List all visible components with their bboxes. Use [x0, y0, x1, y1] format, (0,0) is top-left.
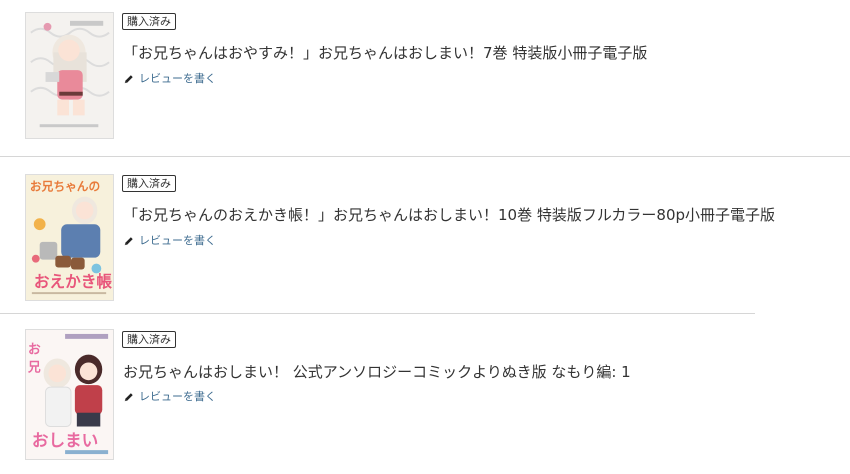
list-item: 購入済み 「お兄ちゃんはおやすみ！」お兄ちゃんはおしまい！7巻 特装版小冊子電子… — [0, 0, 850, 157]
svg-text:おしまい: おしまい — [32, 431, 98, 450]
write-review-label: レビューを書く — [139, 72, 216, 85]
svg-text:お: お — [28, 343, 41, 358]
svg-text:兄: 兄 — [27, 360, 41, 375]
pencil-icon — [124, 392, 133, 401]
pencil-icon — [124, 74, 133, 83]
purchased-books-list: 購入済み 「お兄ちゃんはおやすみ！」お兄ちゃんはおしまい！7巻 特装版小冊子電子… — [0, 0, 850, 474]
write-review-link[interactable]: レビューを書く — [123, 72, 216, 86]
write-review-label: レビューを書く — [139, 390, 216, 403]
list-item: お 兄 おしまい 購入済み お兄ちゃんはおしまい！ 公式アンソロジーコミックより… — [0, 314, 850, 474]
pencil-icon — [124, 236, 133, 245]
write-review-link[interactable]: レビューを書く — [123, 234, 216, 248]
list-item: お兄ちゃんの おえかき帳! 購入済み 「お兄ちゃんのおえかき帳！」お兄ちゃんはお… — [0, 157, 850, 314]
book-cover-image[interactable]: お兄ちゃんの おえかき帳! — [25, 174, 114, 301]
purchased-badge: 購入済み — [122, 175, 176, 192]
book-title[interactable]: 「お兄ちゃんはおやすみ！」お兄ちゃんはおしまい！7巻 特装版小冊子電子版 — [123, 43, 647, 63]
book-title[interactable]: お兄ちゃんはおしまい！ 公式アンソロジーコミックよりぬき版 なもり編: 1 — [123, 362, 631, 382]
book-title[interactable]: 「お兄ちゃんのおえかき帳！」お兄ちゃんはおしまい！10巻 特装版フルカラー80p… — [123, 205, 775, 225]
write-review-label: レビューを書く — [139, 234, 216, 247]
purchased-badge: 購入済み — [122, 331, 176, 348]
svg-text:お兄ちゃんの: お兄ちゃんの — [30, 180, 100, 194]
svg-text:おえかき帳!: おえかき帳! — [34, 272, 113, 291]
purchased-badge: 購入済み — [122, 13, 176, 30]
write-review-link[interactable]: レビューを書く — [123, 390, 216, 404]
book-cover-image[interactable]: お 兄 おしまい — [25, 329, 114, 460]
book-cover-image[interactable] — [25, 12, 114, 139]
